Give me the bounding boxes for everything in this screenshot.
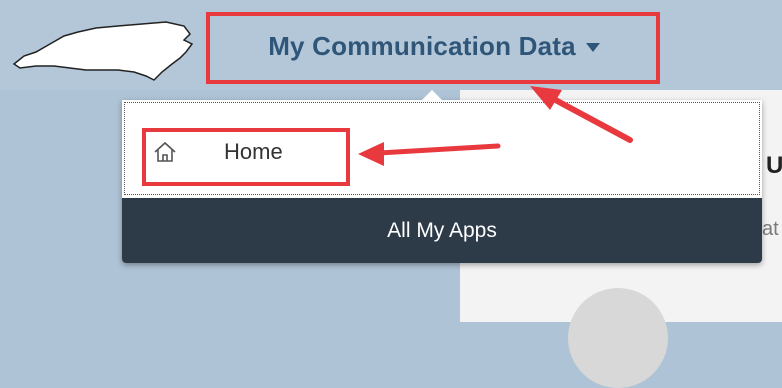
caret-down-icon	[585, 42, 600, 52]
header-bar: My Communication Data	[0, 0, 782, 90]
menu-item-home[interactable]: Home	[152, 134, 283, 170]
all-my-apps-button[interactable]: All My Apps	[122, 198, 762, 263]
app-title-menu-button[interactable]: My Communication Data	[210, 14, 658, 78]
app-title-text: My Communication Data	[268, 30, 576, 61]
state-outline-logo	[12, 21, 194, 81]
app-menu-dropdown: Home All My Apps	[122, 90, 762, 263]
home-icon	[154, 141, 176, 162]
menu-item-home-label: Home	[224, 139, 283, 164]
partial-heading: U	[766, 152, 782, 179]
avatar	[568, 288, 668, 388]
all-my-apps-label: All My Apps	[387, 218, 497, 242]
partial-text: at	[762, 218, 779, 240]
dropdown-pointer	[422, 90, 442, 100]
